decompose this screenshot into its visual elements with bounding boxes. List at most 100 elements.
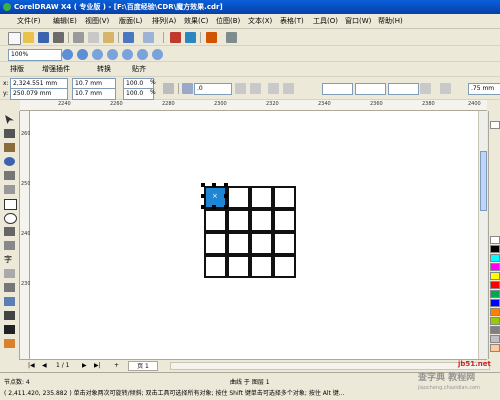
- cube-cell[interactable]: [204, 255, 227, 278]
- basic-shapes-tool-icon[interactable]: [4, 241, 15, 250]
- next-page-icon[interactable]: ▶: [82, 362, 87, 369]
- pick-tool-icon[interactable]: [5, 115, 14, 124]
- selection-handle[interactable]: [201, 194, 205, 198]
- cube-cell[interactable]: [204, 209, 227, 232]
- swatch-black[interactable]: [490, 245, 500, 253]
- export-icon[interactable]: [185, 32, 196, 43]
- mirror-horizontal-icon[interactable]: [235, 83, 246, 94]
- cube-cell[interactable]: [204, 232, 227, 255]
- shape-tool-icon[interactable]: [4, 129, 15, 138]
- swatch-green[interactable]: [490, 290, 500, 298]
- swatch-none[interactable]: [490, 121, 500, 129]
- swatch-orange[interactable]: [490, 308, 500, 316]
- rotate-icon[interactable]: [182, 83, 193, 94]
- height-field[interactable]: 10.7 mm: [72, 88, 116, 100]
- swatch-cyan[interactable]: [490, 254, 500, 262]
- swatch-yellow[interactable]: [490, 272, 500, 280]
- cube-cell[interactable]: [273, 186, 296, 209]
- swatch-lime[interactable]: [490, 317, 500, 325]
- swatch-red[interactable]: [490, 281, 500, 289]
- app-launcher-icon[interactable]: [206, 32, 217, 43]
- menu-edit[interactable]: 编辑(E): [51, 16, 79, 27]
- menu-file[interactable]: 文件(F): [15, 16, 43, 27]
- vertical-scrollbar[interactable]: [478, 111, 487, 359]
- open-icon[interactable]: [23, 32, 34, 43]
- menu-help[interactable]: 帮助(H): [376, 16, 405, 27]
- zoom-out-icon[interactable]: [77, 49, 88, 60]
- zoom-level-select[interactable]: 100%: [8, 49, 62, 61]
- ellipse-tool-icon[interactable]: [4, 213, 17, 224]
- import-icon[interactable]: [170, 32, 181, 43]
- selection-handle[interactable]: [224, 183, 228, 187]
- first-page-icon[interactable]: |◀: [28, 362, 35, 369]
- zoom-in-icon[interactable]: [62, 49, 73, 60]
- menu-layout[interactable]: 版面(L): [117, 16, 144, 27]
- paste-icon[interactable]: [103, 32, 114, 43]
- copy-icon[interactable]: [88, 32, 99, 43]
- cube-cell[interactable]: [273, 255, 296, 278]
- menu-bitmaps[interactable]: 位图(B): [214, 16, 242, 27]
- mirror-vertical-icon[interactable]: [250, 83, 261, 94]
- y-position-field[interactable]: 250.079 mm: [10, 88, 68, 100]
- line-start-select[interactable]: [322, 83, 353, 95]
- cube-cell[interactable]: [250, 209, 273, 232]
- menu-view[interactable]: 视图(V): [83, 16, 111, 27]
- plugin-snap[interactable]: 贴齐: [130, 64, 148, 75]
- menu-arrange[interactable]: 排列(A): [150, 16, 178, 27]
- menu-text[interactable]: 文本(X): [246, 16, 274, 27]
- cube-cell[interactable]: [250, 186, 273, 209]
- plugin-convert[interactable]: 转换: [95, 64, 113, 75]
- cube-cell[interactable]: [273, 209, 296, 232]
- selection-handle[interactable]: [212, 183, 216, 187]
- zoom-page-icon[interactable]: [122, 49, 133, 60]
- last-page-icon[interactable]: ▶|: [94, 362, 101, 369]
- add-page-icon[interactable]: +: [114, 362, 119, 369]
- selection-handle[interactable]: [224, 194, 228, 198]
- selection-handle[interactable]: [201, 205, 205, 209]
- cube-cell[interactable]: [227, 232, 250, 255]
- scrollbar-thumb[interactable]: [480, 151, 487, 211]
- plugin-typeset[interactable]: 排版: [8, 64, 26, 75]
- zoom-tool-icon[interactable]: [4, 157, 15, 166]
- cube-cell[interactable]: [227, 209, 250, 232]
- swatch-silver[interactable]: [490, 335, 500, 343]
- line-style-select[interactable]: [355, 83, 386, 95]
- line-end-select[interactable]: [388, 83, 419, 95]
- wrap-text-icon[interactable]: [420, 83, 431, 94]
- freehand-tool-icon[interactable]: [4, 171, 15, 180]
- fill-tool-icon[interactable]: [4, 339, 15, 348]
- plugin-enhance[interactable]: 增强插件: [40, 64, 72, 75]
- outline-tool-icon[interactable]: [4, 325, 15, 334]
- selection-handle[interactable]: [224, 205, 228, 209]
- smart-fill-tool-icon[interactable]: [4, 185, 15, 194]
- prev-page-icon[interactable]: ◀: [42, 362, 47, 369]
- lock-ratio-icon[interactable]: [163, 83, 174, 94]
- cube-cell[interactable]: [227, 186, 250, 209]
- drawing-canvas[interactable]: ×: [30, 111, 487, 359]
- rotation-angle-field[interactable]: .0: [194, 83, 232, 95]
- cut-icon[interactable]: [73, 32, 84, 43]
- swatch-blue[interactable]: [490, 299, 500, 307]
- swatch-white[interactable]: [490, 236, 500, 244]
- text-tool-icon[interactable]: 字: [4, 255, 15, 264]
- zoom-width-icon[interactable]: [137, 49, 148, 60]
- eyedropper-tool-icon[interactable]: [4, 311, 15, 320]
- cube-cell[interactable]: [250, 255, 273, 278]
- cube-cell[interactable]: [273, 232, 296, 255]
- cube-cell[interactable]: [250, 232, 273, 255]
- swatch-gray[interactable]: [490, 326, 500, 334]
- welcome-screen-icon[interactable]: [226, 32, 237, 43]
- zoom-selected-icon[interactable]: [92, 49, 103, 60]
- menu-tools[interactable]: 工具(O): [311, 16, 340, 27]
- save-icon[interactable]: [38, 32, 49, 43]
- menu-window[interactable]: 窗口(W): [343, 16, 373, 27]
- print-icon[interactable]: [53, 32, 64, 43]
- selection-handle[interactable]: [212, 205, 216, 209]
- zoom-height-icon[interactable]: [152, 49, 163, 60]
- rectangle-tool-icon[interactable]: [4, 199, 17, 210]
- outline-width-field[interactable]: .75 mm: [468, 83, 500, 95]
- undo-icon[interactable]: [123, 32, 134, 43]
- cube-cell[interactable]: [227, 255, 250, 278]
- table-tool-icon[interactable]: [4, 269, 15, 278]
- selection-handle[interactable]: [201, 183, 205, 187]
